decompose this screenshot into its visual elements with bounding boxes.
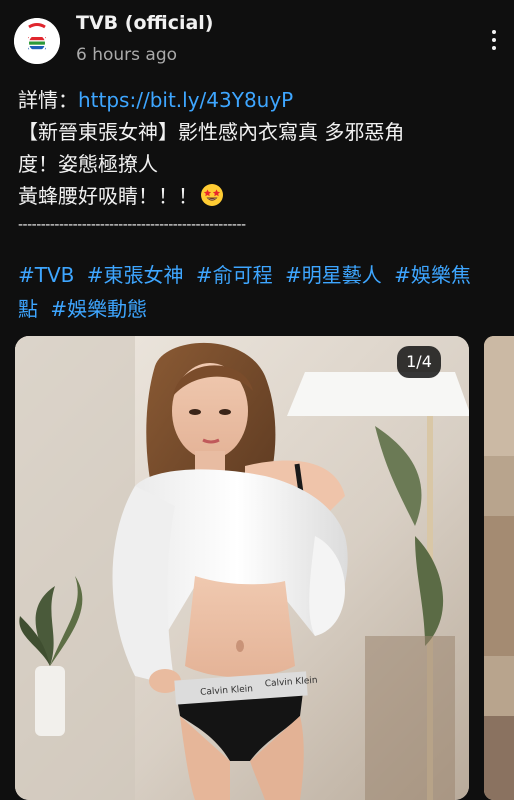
post-time: 6 hours ago [76,45,178,65]
post-link[interactable]: https://bit.ly/43Y8uyP [78,88,293,112]
post-header: TVB (official) 6 hours ago [0,0,514,80]
channel-name[interactable]: TVB (official) [76,12,213,34]
post-line-4-text: 黃蜂腰好吸睛！！！ [18,184,198,208]
hashtag-entertainment-focus[interactable]: #娛樂焦 [394,263,471,287]
post-text: 詳情：https://bit.ly/43Y8uyP 【新晉東張女神】影性感內衣寫… [18,84,498,236]
more-vertical-icon[interactable] [482,26,506,54]
hashtag-entertainment-news[interactable]: #娛樂動態 [50,297,147,321]
tvb-logo-icon [14,18,60,64]
carousel-image-1[interactable]: Calvin Klein Calvin Klein [15,336,469,800]
hashtag-tung-cheung-goddess[interactable]: #東張女神 [87,263,184,287]
hashtag-row-2: 點 #娛樂動態 [18,292,498,326]
carousel-image-2-peek[interactable] [484,336,514,800]
hashtag-entertainment-focus-cont[interactable]: 點 [18,297,38,321]
details-line: 詳情：https://bit.ly/43Y8uyP [18,84,498,116]
post-line-3: 度！姿態極撩人 [18,152,158,176]
hashtag-row-1: #TVB #東張女神 #俞可程 #明星藝人 #娛樂焦 [18,258,498,292]
photo-illustration: Calvin Klein Calvin Klein [15,336,469,800]
post-line-2: 【新晉東張女神】影性感內衣寫真 多邪惡角 [18,120,405,144]
post-line-4: 黃蜂腰好吸睛！！！ [18,180,498,212]
text-divider: ----------------------------------------… [18,217,246,233]
details-label: 詳情： [18,88,78,112]
star-struck-emoji-icon [201,184,223,206]
image-carousel[interactable]: Calvin Klein Calvin Klein 1/4 [0,336,514,800]
hashtag-tvb[interactable]: #TVB [18,263,74,287]
channel-avatar[interactable] [14,18,60,64]
hashtag-list: #TVB #東張女神 #俞可程 #明星藝人 #娛樂焦 點 #娛樂動態 [18,258,498,326]
photo-illustration-2 [484,336,514,800]
hashtag-yu-ho-ching[interactable]: #俞可程 [196,263,273,287]
hashtag-celebrity-artist[interactable]: #明星藝人 [285,263,382,287]
page-indicator-badge: 1/4 [397,346,441,378]
